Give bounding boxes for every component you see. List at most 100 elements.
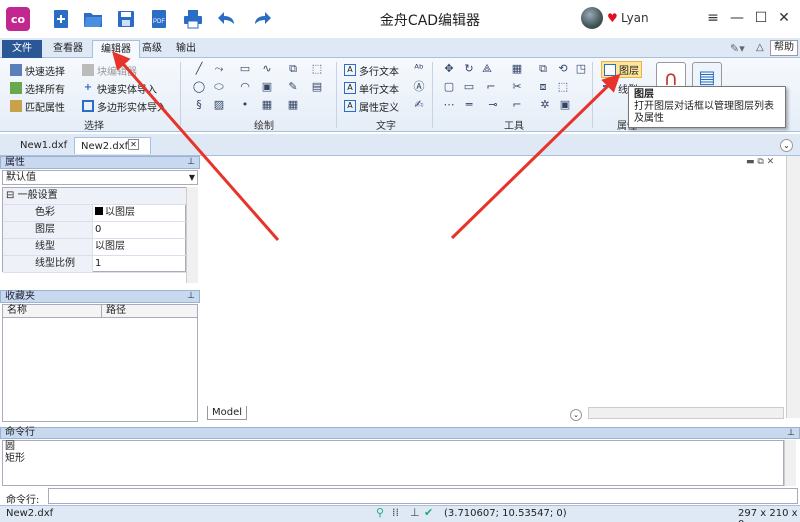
polygon-entity-import-button[interactable]: 多边形实体导入 (82, 98, 167, 114)
measure-icon[interactable]: ⌐ (484, 80, 498, 94)
tab-editor[interactable]: 编辑器 (92, 40, 140, 59)
print-icon[interactable] (180, 6, 206, 32)
mirror-icon[interactable]: ⟁ (480, 62, 494, 76)
rotate-icon[interactable]: ↻ (462, 62, 476, 76)
redo-icon[interactable] (249, 6, 275, 32)
property-row[interactable]: 线型比例 1 (3, 256, 187, 273)
stretch-icon[interactable]: ▭ (462, 80, 476, 94)
pin-icon[interactable]: ⊥ (187, 291, 195, 302)
text-pen-icon[interactable]: ✍ (412, 98, 426, 112)
canvas-window-controls[interactable]: ▬ ⧉ ✕ (746, 157, 774, 167)
property-row[interactable]: 线型 以图层 (3, 239, 187, 256)
text-style-icon[interactable]: ᴬᵇ (412, 62, 426, 76)
canvas-horizontal-scrollbar[interactable] (588, 407, 784, 419)
erase-icon[interactable]: ✲ (538, 98, 552, 112)
spline-icon[interactable]: ∿ (260, 62, 274, 76)
drawing-canvas[interactable] (202, 156, 786, 406)
trim-icon[interactable]: ⧈ (536, 80, 550, 94)
explode-icon[interactable]: ⟲ (556, 62, 570, 76)
menu-icon[interactable]: ≡ (704, 8, 722, 28)
arc-icon[interactable]: ◠ (238, 80, 252, 94)
column-name[interactable]: 名称 (7, 305, 27, 317)
command-scrollbar[interactable] (784, 440, 796, 486)
block-editor-button[interactable]: 块编辑器 (82, 62, 137, 78)
offset-icon[interactable]: ✂ (510, 80, 524, 94)
quick-entity-import-button[interactable]: + 快速实体导入 (82, 80, 157, 96)
move-icon[interactable]: ✥ (442, 62, 456, 76)
ortho-icon[interactable]: ⊥ (410, 506, 420, 519)
table-icon[interactable]: ▦ (286, 98, 300, 112)
close-button[interactable]: ✕ (775, 8, 793, 28)
pdf-icon[interactable]: PDF (146, 6, 172, 32)
circle-icon[interactable]: ◯ (192, 80, 206, 94)
image-icon[interactable]: ▣ (260, 80, 274, 94)
tab-viewer[interactable]: 查看器 (45, 40, 91, 58)
hatch-icon[interactable]: ▨ (212, 98, 226, 112)
break-icon[interactable]: ⋯ (442, 98, 456, 112)
insert-block-icon[interactable]: ⧉ (286, 62, 300, 76)
format-painter-icon[interactable]: ✎▾ (730, 42, 745, 55)
mtext-button[interactable]: A 多行文本 (344, 62, 399, 78)
command-input[interactable] (48, 488, 798, 504)
revcloud-icon[interactable]: § (192, 98, 206, 112)
hatch-select-icon[interactable]: ⬚ (310, 62, 324, 76)
match-properties-button[interactable]: 匹配属性 (10, 98, 65, 114)
stext-button[interactable]: A 单行文本 (344, 80, 399, 96)
doc-tab-new2[interactable]: New2.dxf (74, 137, 152, 154)
join-icon[interactable]: ═ (462, 98, 476, 112)
column-path[interactable]: 路径 (101, 305, 126, 317)
new-icon[interactable] (48, 6, 74, 32)
tab-advanced[interactable]: 高级 (134, 40, 170, 58)
copy-icon[interactable]: ⧉ (536, 62, 550, 76)
property-section[interactable]: ⊟ 一般设置 (3, 188, 187, 205)
purge-icon[interactable]: ▣ (558, 98, 572, 112)
undo-icon[interactable] (214, 6, 240, 32)
property-row[interactable]: 色彩 以图层 (3, 205, 187, 222)
layout-list-icon[interactable]: ⌄ (570, 409, 582, 421)
save-icon[interactable] (113, 6, 139, 32)
pen-icon[interactable]: ✎ (286, 80, 300, 94)
fillet-icon[interactable]: ⌐ (510, 98, 524, 112)
snap-icon[interactable]: ⚲ (376, 506, 384, 519)
properties-combo[interactable]: 默认值 ▼ (2, 170, 198, 185)
lengthen-icon[interactable]: ⊸ (486, 98, 500, 112)
collapse-ribbon-icon[interactable]: △ (756, 42, 764, 53)
help-button[interactable]: 帮助 (770, 40, 798, 56)
pin-icon[interactable]: ⊥ (187, 157, 195, 168)
model-tab[interactable]: Model (207, 406, 247, 420)
chamfer-icon[interactable]: ◳ (574, 62, 588, 76)
tab-file[interactable]: 文件 (2, 40, 42, 58)
extend-icon[interactable]: ⬚ (556, 80, 570, 94)
line-icon[interactable]: ╱ (192, 62, 206, 76)
point-icon[interactable]: • (238, 98, 252, 112)
properties-scrollbar[interactable] (186, 187, 198, 283)
lineweight-icon[interactable]: ✔ (424, 506, 433, 519)
region-icon[interactable]: ▤ (310, 80, 324, 94)
text-edit-icon[interactable]: Ⓐ (412, 80, 426, 94)
collapse-icon[interactable]: ⊟ (3, 190, 14, 201)
save-block-icon[interactable]: ▦ (260, 98, 274, 112)
minimize-button[interactable]: — (728, 8, 746, 28)
tab-list-icon[interactable]: ⌄ (780, 139, 793, 152)
property-row[interactable]: 图层 0 (3, 222, 187, 239)
doc-tab-new1[interactable]: New1.dxf (14, 137, 73, 154)
grid-icon[interactable]: ⁞⁞ (392, 506, 399, 519)
select-all-button[interactable]: 选择所有 (10, 80, 65, 96)
maximize-button[interactable]: ☐ (752, 8, 770, 28)
ellipse-icon[interactable]: ⬭ (212, 80, 226, 94)
scale-icon[interactable]: ▢ (442, 80, 456, 94)
array-icon[interactable]: ▦ (510, 62, 524, 76)
user-name[interactable]: Lyan (621, 11, 649, 25)
canvas-vertical-scrollbar[interactable] (786, 156, 800, 418)
attdef-button[interactable]: A 属性定义 (344, 98, 399, 114)
tab-output[interactable]: 输出 (168, 40, 204, 58)
close-tab-icon[interactable]: ✕ (128, 139, 139, 150)
quick-select-button[interactable]: 快速选择 (10, 62, 65, 78)
rectangle-icon[interactable]: ▭ (238, 62, 252, 76)
pin-icon[interactable]: ⊥ (787, 428, 795, 438)
open-icon[interactable] (80, 6, 106, 32)
avatar[interactable] (581, 7, 603, 29)
layer-button[interactable]: 图层 (601, 61, 642, 78)
polyline-icon[interactable]: ⤳ (212, 62, 226, 76)
mtext-icon: A (344, 64, 356, 76)
